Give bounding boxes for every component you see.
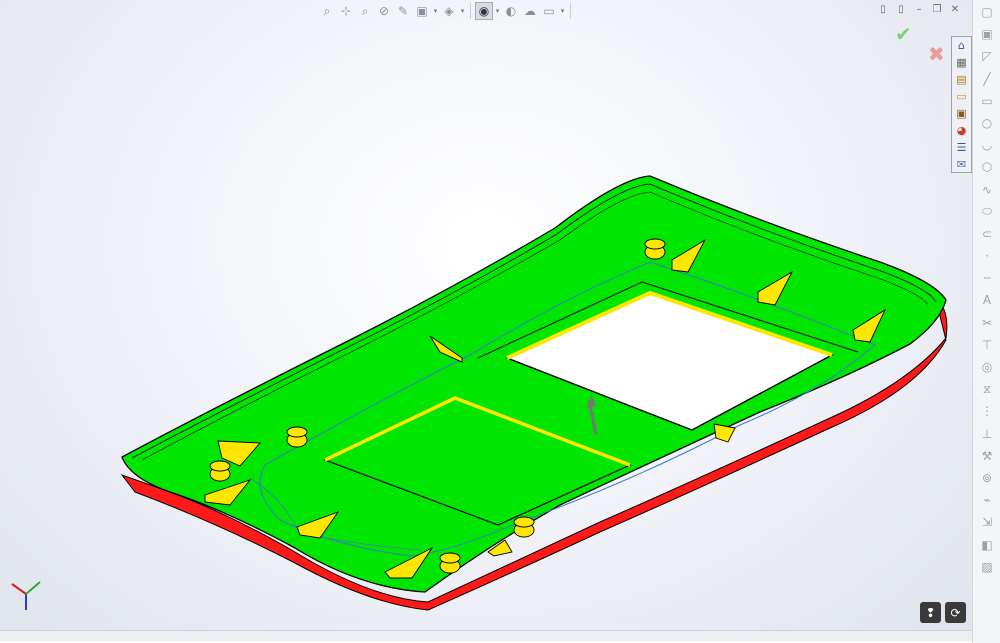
centerline-icon[interactable]: ╌ bbox=[976, 268, 998, 288]
shaded-contours-icon[interactable]: ◧ bbox=[976, 535, 998, 555]
view-orientation-icon[interactable]: ▣ bbox=[413, 2, 431, 20]
triad-x-axis bbox=[11, 583, 27, 595]
dropdown-caret-icon[interactable]: ▾ bbox=[432, 2, 439, 20]
bottom-right-tools: ❢ ⟳ bbox=[920, 602, 966, 623]
extend-icon[interactable]: ⊤ bbox=[976, 335, 998, 355]
ok-icon[interactable]: ✔ bbox=[895, 22, 912, 46]
graphics-area[interactable]: ⌕ ⊹ ⌕ ⊘ ✎ ▣ ▾ ◈ ▾ ◉ ▾ ◐ ☁ ▭ ▾ ▯ ▯ – ❐ ✕ ✔ ✖ ⌂ ▦ ▤ ▭ ▣ ◕ ☰ ✉ ❢ ⟳ bbox=[0, 0, 972, 641]
display-style-icon[interactable]: ◈ bbox=[440, 2, 458, 20]
mirror-icon[interactable]: ⧖ bbox=[976, 379, 998, 399]
rectangle-icon[interactable]: ▭ bbox=[976, 91, 998, 111]
restore-view-icon[interactable]: ▯ bbox=[894, 3, 908, 17]
polygon-icon[interactable]: ⬡ bbox=[976, 157, 998, 177]
custom-properties-icon[interactable]: ☰ bbox=[952, 139, 971, 155]
instant-2d-icon[interactable]: ⇲ bbox=[976, 512, 998, 532]
repair-sketch-icon[interactable]: ⚒ bbox=[976, 446, 998, 466]
task-pane-tabs: ⌂ ▦ ▤ ▭ ▣ ◕ ☰ ✉ bbox=[951, 36, 972, 173]
3d-sketch-icon[interactable]: ▣ bbox=[976, 24, 998, 44]
resources-icon[interactable]: ▦ bbox=[952, 54, 971, 70]
pattern-icon[interactable]: ⋮ bbox=[976, 401, 998, 421]
dropdown-caret-icon[interactable]: ▾ bbox=[459, 2, 466, 20]
maximize-icon[interactable]: ❐ bbox=[930, 3, 944, 17]
rotate-icon[interactable]: ⟳ bbox=[945, 602, 966, 623]
relations-icon[interactable]: ⊥ bbox=[976, 424, 998, 444]
dropdown-caret-icon[interactable]: ▾ bbox=[494, 2, 501, 20]
split-view-icon[interactable]: ▯ bbox=[876, 3, 890, 17]
edit-appearance-icon[interactable]: ◐ bbox=[502, 2, 520, 20]
slot-icon[interactable]: ⊂ bbox=[976, 224, 998, 244]
sketch-command-strip: ▢ ▣ ◸ ╱ ▭ ○ ◡ ⬡ ∿ ⬭ ⊂ · ╌ A ✂ ⊤ ◎ ⧖ ⋮ ⊥ ⚒ ⊚ ⌁ ⇲ ◧ ▨ bbox=[972, 0, 1000, 643]
home-icon[interactable]: ⌂ bbox=[952, 37, 971, 53]
triad-y-axis bbox=[25, 581, 41, 595]
spline-icon[interactable]: ∿ bbox=[976, 180, 998, 200]
point-icon[interactable]: · bbox=[976, 246, 998, 266]
view-settings-icon[interactable]: ▭ bbox=[540, 2, 558, 20]
viewport-window-controls: ▯ ▯ – ❐ ✕ bbox=[876, 3, 962, 17]
apply-scene-icon[interactable]: ☁ bbox=[521, 2, 539, 20]
toolbar-separator bbox=[570, 3, 571, 19]
section-view-icon[interactable]: ⊘ bbox=[375, 2, 393, 20]
reference-triad bbox=[11, 581, 41, 610]
ellipse-icon[interactable]: ⬭ bbox=[976, 202, 998, 222]
bottom-bar bbox=[0, 630, 972, 641]
bubble-icon[interactable]: ❢ bbox=[920, 602, 941, 623]
appearances-icon[interactable]: ◕ bbox=[952, 122, 971, 138]
file-explorer-icon[interactable]: ▭ bbox=[952, 88, 971, 104]
arc-icon[interactable]: ◡ bbox=[976, 135, 998, 155]
dropdown-caret-icon[interactable]: ▾ bbox=[559, 2, 566, 20]
zoom-to-area-icon[interactable]: ⊹ bbox=[337, 2, 355, 20]
sketch-icon[interactable]: ▢ bbox=[976, 2, 998, 22]
toolbar-separator bbox=[470, 3, 471, 19]
trim-icon[interactable]: ✂ bbox=[976, 313, 998, 333]
dynamic-annotation-icon[interactable]: ✎ bbox=[394, 2, 412, 20]
forum-icon[interactable]: ✉ bbox=[952, 156, 971, 172]
minimize-icon[interactable]: – bbox=[912, 3, 926, 17]
sketch-picture-icon[interactable]: ▨ bbox=[976, 557, 998, 577]
smart-dimension-icon[interactable]: ◸ bbox=[976, 46, 998, 66]
line-icon[interactable]: ╱ bbox=[976, 69, 998, 89]
design-library-icon[interactable]: ▤ bbox=[952, 71, 971, 87]
previous-view-icon[interactable]: ⌕ bbox=[356, 2, 374, 20]
text-icon[interactable]: A bbox=[976, 290, 998, 310]
rapid-sketch-icon[interactable]: ⌁ bbox=[976, 490, 998, 510]
circle-icon[interactable]: ○ bbox=[976, 113, 998, 133]
part-model[interactable] bbox=[0, 0, 972, 641]
zoom-to-fit-icon[interactable]: ⌕ bbox=[318, 2, 336, 20]
quick-snaps-icon[interactable]: ⊚ bbox=[976, 468, 998, 488]
offset-icon[interactable]: ◎ bbox=[976, 357, 998, 377]
heads-up-view-toolbar: ⌕ ⊹ ⌕ ⊘ ✎ ▣ ▾ ◈ ▾ ◉ ▾ ◐ ☁ ▭ ▾ bbox=[318, 1, 574, 21]
hide-show-items-icon[interactable]: ◉ bbox=[475, 2, 493, 20]
cancel-icon[interactable]: ✖ bbox=[928, 42, 945, 66]
close-icon[interactable]: ✕ bbox=[948, 3, 962, 17]
view-palette-icon[interactable]: ▣ bbox=[952, 105, 971, 121]
